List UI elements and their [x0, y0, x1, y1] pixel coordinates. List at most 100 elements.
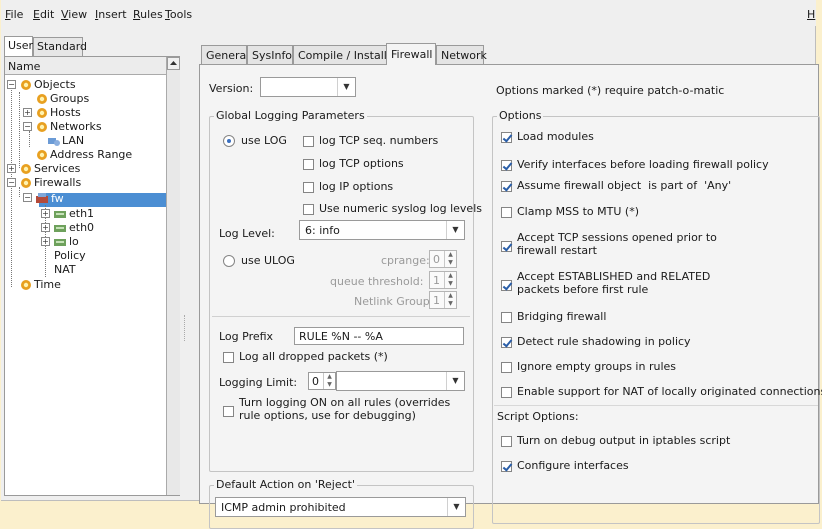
accept-tcp-sessions-checkbox[interactable] — [501, 241, 512, 252]
queue-threshold-spinbox[interactable]: 1 ▲ ▼ — [429, 271, 457, 289]
spin-down-icon[interactable]: ▼ — [444, 300, 456, 308]
ignore-empty-groups-label: Ignore empty groups in rules — [517, 360, 677, 373]
expand-lo-icon[interactable]: + — [41, 237, 50, 246]
chevron-down-icon: ▼ — [446, 372, 464, 390]
log-level-combo[interactable]: 6: info ▼ — [299, 220, 465, 240]
assume-any-label: Assume firewall object is part of 'Any' — [517, 179, 732, 192]
log-prefix-input[interactable]: RULE %N -- %A — [294, 327, 464, 345]
tree-item-lan[interactable]: LAN — [62, 134, 84, 148]
assume-any-checkbox[interactable] — [501, 181, 512, 192]
tree-item-eth0[interactable]: eth0 — [69, 221, 94, 235]
tree-item-hosts[interactable]: Hosts — [50, 106, 81, 120]
debug-output-checkbox[interactable] — [501, 436, 512, 447]
load-modules-checkbox[interactable] — [501, 132, 512, 143]
log-tcp-seq-label: log TCP seq. numbers — [319, 134, 439, 147]
version-combo[interactable]: ▼ — [260, 77, 356, 97]
tree-item-policy[interactable]: Policy — [54, 249, 86, 263]
logging-limit-spinbox[interactable]: 0 ▲ ▼ — [308, 372, 336, 390]
tree-item-time[interactable]: Time — [34, 278, 61, 292]
configure-interfaces-label: Configure interfaces — [517, 459, 629, 472]
logging-limit-unit-combo[interactable]: ▼ — [336, 371, 465, 391]
log-ip-options-checkbox[interactable] — [303, 182, 314, 193]
tab-sysinfo[interactable]: SysInfo — [247, 45, 293, 64]
use-log-radio[interactable] — [223, 135, 235, 147]
netlink-group-spinbox[interactable]: 1 ▲ ▼ — [429, 291, 457, 309]
tree-item-address-range[interactable]: Address Range — [50, 148, 132, 162]
expand-services-icon[interactable]: + — [7, 164, 16, 173]
patch-o-matic-note: Options marked (*) require patch-o-matic — [496, 84, 725, 97]
tree-item-eth1[interactable]: eth1 — [69, 207, 94, 221]
spin-up-icon[interactable]: ▲ — [323, 373, 335, 381]
tree-scrollbar[interactable] — [166, 57, 180, 495]
accept-established-label-2: packets before first rule — [517, 283, 649, 296]
configure-interfaces-checkbox[interactable] — [501, 461, 512, 472]
scroll-up-button[interactable] — [167, 57, 180, 70]
reject-action-combo[interactable]: ICMP admin prohibited ▼ — [215, 497, 466, 517]
tree-item-networks[interactable]: Networks — [50, 120, 102, 134]
version-label: Version: — [209, 82, 254, 95]
log-tcp-seq-checkbox[interactable] — [303, 136, 314, 147]
tree-item-groups[interactable]: Groups — [50, 92, 89, 106]
tab-standard[interactable]: Standard — [33, 37, 87, 56]
detect-shadowing-label: Detect rule shadowing in policy — [517, 335, 691, 348]
spin-down-icon[interactable]: ▼ — [323, 381, 335, 389]
use-log-label: use LOG — [241, 134, 287, 147]
spin-up-icon[interactable]: ▲ — [444, 272, 456, 280]
options-divider — [494, 405, 818, 406]
spin-up-icon[interactable]: ▲ — [444, 251, 456, 259]
debug-output-label: Turn on debug output in iptables script — [517, 434, 731, 447]
turn-logging-on-checkbox[interactable] — [223, 406, 234, 417]
menu-edit[interactable]: Edit — [33, 8, 54, 21]
verify-interfaces-label: Verify interfaces before loading firewal… — [517, 158, 769, 171]
menu-help[interactable]: H — [807, 8, 815, 21]
tab-network[interactable]: Network — [436, 45, 487, 64]
log-ip-options-label: log IP options — [319, 180, 394, 193]
options-title: Options — [497, 109, 544, 122]
menu-view[interactable]: View — [61, 8, 87, 21]
tree-item-firewalls[interactable]: Firewalls — [34, 176, 81, 190]
panel-splitter[interactable] — [182, 30, 188, 501]
menu-insert[interactable]: Insert — [95, 8, 127, 21]
bridging-firewall-checkbox[interactable] — [501, 312, 512, 323]
application-window: File Edit View Insert Rules Tools H User… — [1, 0, 822, 529]
netlink-group-label: Netlink Group: — [354, 295, 434, 308]
firewall-icon — [36, 193, 48, 203]
verify-interfaces-checkbox[interactable] — [501, 160, 512, 171]
expand-objects-icon[interactable]: − — [7, 80, 16, 89]
expand-eth0-icon[interactable]: + — [41, 223, 50, 232]
expand-eth1-icon[interactable]: + — [41, 209, 50, 218]
log-tcp-options-checkbox[interactable] — [303, 159, 314, 170]
log-dropped-checkbox[interactable] — [223, 352, 234, 363]
expand-fw-icon[interactable]: − — [23, 193, 32, 202]
tree-item-objects[interactable]: Objects — [34, 78, 76, 92]
numeric-syslog-checkbox[interactable] — [303, 204, 314, 215]
tab-user[interactable]: User — [4, 36, 33, 56]
tab-compile-install[interactable]: Compile / Install — [293, 45, 387, 64]
tree-item-nat[interactable]: NAT — [54, 263, 76, 277]
expand-hosts-icon[interactable]: + — [23, 108, 32, 117]
ignore-empty-groups-checkbox[interactable] — [501, 362, 512, 373]
accept-established-checkbox[interactable] — [501, 280, 512, 291]
use-ulog-radio[interactable] — [223, 255, 235, 267]
tab-firewall[interactable]: Firewall — [386, 43, 436, 65]
spin-down-icon[interactable]: ▼ — [444, 280, 456, 288]
firewalls-folder-icon — [21, 178, 31, 188]
objects-folder-icon — [21, 80, 31, 90]
expand-firewalls-icon[interactable]: − — [7, 178, 16, 187]
menu-tools[interactable]: Tools — [165, 8, 192, 21]
splitter-grip — [184, 315, 186, 341]
tree-item-lo[interactable]: lo — [69, 235, 79, 249]
expand-networks-icon[interactable]: − — [23, 122, 32, 131]
tab-general[interactable]: General — [201, 45, 249, 64]
tree-column-header[interactable]: Name — [5, 57, 166, 75]
tree-item-services[interactable]: Services — [34, 162, 80, 176]
tree-item-fw[interactable]: fw — [51, 192, 64, 206]
menu-file[interactable]: File — [5, 8, 23, 21]
detect-shadowing-checkbox[interactable] — [501, 337, 512, 348]
spin-down-icon[interactable]: ▼ — [444, 259, 456, 267]
menu-rules[interactable]: Rules — [133, 8, 163, 21]
cprange-spinbox[interactable]: 0 ▲ ▼ — [429, 250, 457, 268]
spin-up-icon[interactable]: ▲ — [444, 292, 456, 300]
clamp-mss-checkbox[interactable] — [501, 207, 512, 218]
nat-local-checkbox[interactable] — [501, 387, 512, 398]
